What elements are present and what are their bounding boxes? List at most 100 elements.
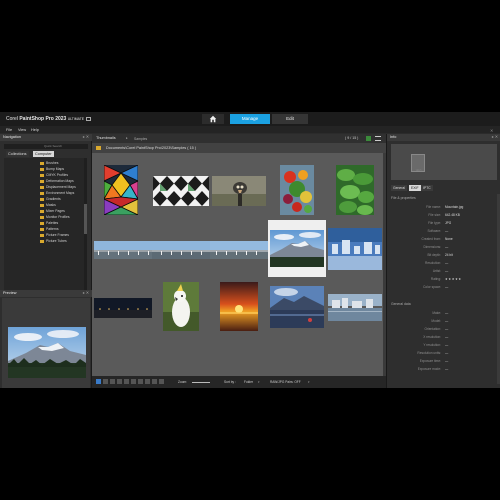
info-preview: JPG: [391, 144, 497, 180]
field-value: —: [445, 367, 449, 371]
tree-item[interactable]: Displacement Maps: [40, 185, 76, 189]
tab-iptc[interactable]: IPTC: [421, 185, 433, 191]
grid-icon[interactable]: [103, 379, 108, 384]
preview-header: Preview ▸ ✕: [0, 290, 92, 297]
panel-options-icon[interactable]: ▸ ✕: [83, 290, 89, 297]
info-field: File name: Mountain.jpg: [387, 205, 500, 211]
info-field: File size: 642.48 KB: [387, 213, 500, 219]
thumbnail-panorama-2[interactable]: [152, 220, 210, 277]
tree-item[interactable]: Gradients: [40, 197, 61, 201]
redo-icon[interactable]: [145, 379, 150, 384]
tree-item[interactable]: Bump Maps: [40, 167, 64, 171]
thumbnail-panorama-1[interactable]: [94, 220, 152, 277]
rotate-left-icon[interactable]: [110, 379, 115, 384]
zoom-slider[interactable]: [192, 382, 210, 383]
search-input[interactable]: Quick Search: [4, 144, 88, 149]
tree-scrollbar-thumb[interactable]: [84, 204, 87, 234]
folder-label: CMYK Profiles: [46, 173, 69, 177]
tab-computer[interactable]: Computer: [33, 151, 54, 157]
rotate-right-icon[interactable]: [117, 379, 122, 384]
info-field: Model: —: [387, 319, 500, 325]
organizer-browser: Thumbnails ▸ Samples ( 9 / 15 ) Document…: [92, 134, 386, 388]
folder-icon: [40, 239, 44, 243]
undo-icon[interactable]: [138, 379, 143, 384]
field-value: None: [445, 237, 453, 241]
info-field: X resolution: —: [387, 335, 500, 341]
layout-icon[interactable]: [86, 116, 92, 121]
tree-item[interactable]: Environment Maps: [40, 191, 74, 195]
tree-item[interactable]: Picture Tubes: [40, 239, 67, 243]
folder-label: Bump Maps: [46, 167, 65, 171]
field-value: —: [445, 285, 449, 289]
tab-collections[interactable]: Collections: [6, 151, 29, 157]
field-value[interactable]: —: [445, 269, 448, 273]
breadcrumb-samples[interactable]: Samples: [134, 137, 147, 141]
chevron-down-icon[interactable]: ▾: [308, 380, 310, 384]
menu-file[interactable]: File: [6, 128, 12, 132]
thumbnail-ostrich[interactable]: [210, 162, 268, 219]
item-count: ( 9 / 15 ): [345, 136, 359, 140]
home-button[interactable]: [202, 114, 224, 124]
panel-options-icon[interactable]: ▸ ✕: [83, 134, 89, 141]
field-value: —: [445, 351, 449, 355]
tab-general[interactable]: General: [391, 185, 408, 191]
trash-icon[interactable]: [159, 379, 164, 384]
tree-item[interactable]: Deformation Maps: [40, 179, 74, 183]
field-value: —: [445, 327, 449, 331]
tree-item[interactable]: Picture Frames: [40, 233, 69, 237]
folder-icon: [40, 173, 44, 177]
thumbnail-cockatoo[interactable]: [152, 278, 210, 335]
tree-item[interactable]: Monitor Profiles: [40, 215, 70, 219]
flag-icon[interactable]: [124, 379, 129, 384]
thumbnail-mountain[interactable]: [268, 220, 326, 277]
raw-jpg-toggle[interactable]: RAW/JPG Pairs: OFF: [270, 380, 301, 384]
tree-item[interactable]: Mixer Pages: [40, 209, 65, 213]
tab-edit[interactable]: Edit: [272, 114, 308, 124]
thumbnail-night-panorama[interactable]: [94, 278, 152, 335]
thumbnail-panorama-3[interactable]: [210, 220, 268, 277]
thumbnail-green-leaves[interactable]: [326, 162, 384, 219]
panel-options-icon[interactable]: ▸ ✕: [492, 134, 498, 141]
info-field: Exposure mode: —: [387, 367, 500, 373]
folder-label: Patterns: [46, 227, 59, 231]
thumbnail-harlequin-tiles[interactable]: [152, 162, 210, 219]
thumbnails-tab[interactable]: Thumbnails: [96, 136, 116, 140]
tab-manage[interactable]: Manage: [230, 114, 270, 124]
tree-item[interactable]: Patterns: [40, 227, 59, 231]
thumbnail-sunset[interactable]: [210, 278, 268, 335]
thumbnail-mountain-lake[interactable]: [268, 278, 326, 335]
thumbnail-harbor[interactable]: [326, 278, 384, 335]
folder-icon: [40, 221, 44, 225]
menu-icon[interactable]: [375, 136, 381, 141]
field-value: —: [445, 335, 449, 339]
menu-view[interactable]: View: [18, 128, 26, 132]
thumbnail-view-icon[interactable]: [366, 136, 371, 141]
field-label: X resolution:: [423, 335, 441, 339]
field-value[interactable]: Mountain.jpg: [445, 205, 463, 209]
tree-item[interactable]: Palettes: [40, 221, 58, 225]
tree-item[interactable]: CMYK Profiles: [40, 173, 68, 177]
thumbnail-stained-glass[interactable]: [94, 162, 152, 219]
info-field: Created from: None: [387, 237, 500, 243]
tree-item[interactable]: Brushes: [40, 161, 58, 165]
thumbnail-vegetables[interactable]: [268, 162, 326, 219]
field-label: Exposure time:: [419, 359, 441, 363]
product-name: PaintShop Pro: [19, 116, 54, 122]
tag-icon[interactable]: [131, 379, 136, 384]
select-all-icon[interactable]: [96, 379, 101, 384]
rating-stars[interactable]: ★★★★★: [445, 277, 462, 281]
share-icon[interactable]: [152, 379, 157, 384]
file-format-label: JPG: [415, 169, 422, 173]
menu-help[interactable]: Help: [31, 128, 39, 132]
field-value: —: [445, 261, 449, 265]
path-bar: Documents\Corel PaintShop Pro\2023\Sampl…: [92, 143, 386, 153]
close-icon[interactable]: ✕: [490, 128, 493, 133]
field-value: —: [445, 311, 449, 315]
zoom-label: Zoom:: [178, 380, 188, 384]
tab-exif[interactable]: EXIF: [409, 185, 421, 191]
thumbnail-snowy-town[interactable]: [326, 220, 384, 277]
chevron-down-icon[interactable]: ▾: [258, 380, 260, 384]
tree-item[interactable]: Masks: [40, 203, 56, 207]
folder-label: Palettes: [46, 221, 59, 225]
sort-select[interactable]: Folder: [244, 380, 253, 384]
